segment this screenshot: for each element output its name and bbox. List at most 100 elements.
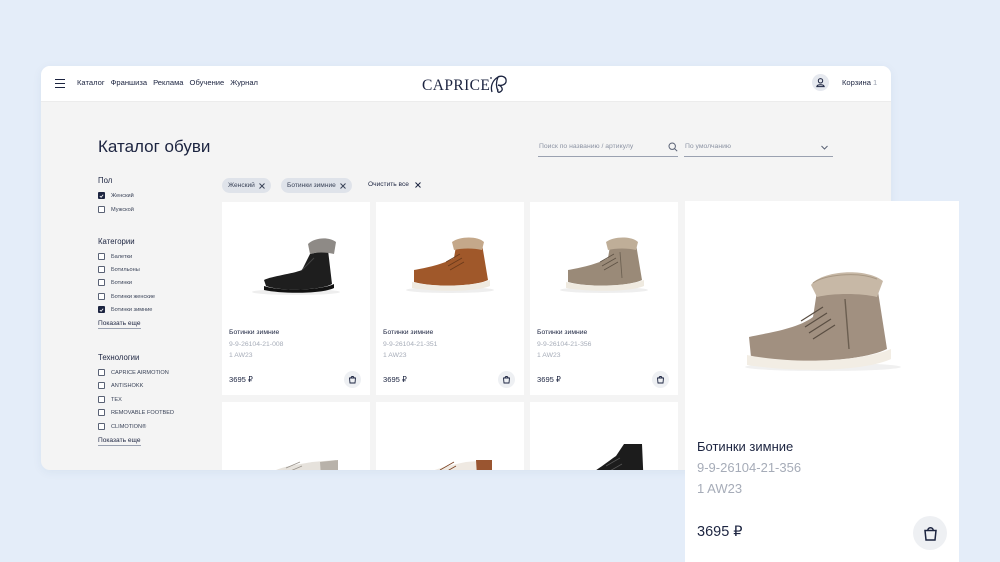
add-to-cart-button[interactable] — [498, 371, 515, 388]
add-to-cart-button[interactable] — [913, 516, 947, 550]
page-title: Каталог обуви — [98, 137, 211, 156]
shopping-bag-icon — [923, 526, 937, 541]
product-card[interactable] — [530, 402, 678, 470]
product-price: 3695 ₽ — [537, 375, 561, 384]
product-season: 1 AW23 — [537, 352, 561, 359]
checkbox[interactable] — [98, 293, 105, 300]
clear-all-filters[interactable]: Очистить все — [368, 181, 421, 188]
chip-label: Женский — [228, 182, 255, 189]
shopping-bag-icon — [503, 376, 510, 384]
check-icon — [99, 193, 104, 198]
add-to-cart-button[interactable] — [652, 371, 669, 388]
product-name[interactable]: Ботинки зимние — [229, 329, 279, 336]
filter-option-climotion[interactable]: CLIMOTION® — [98, 423, 146, 430]
filter-option-removable-footbed[interactable]: REMOVABLE FOOTBED — [98, 409, 174, 416]
product-name[interactable]: Ботинки зимние — [697, 439, 793, 454]
search-input[interactable]: Поиск по названию / артикулу — [539, 143, 633, 150]
active-filter-chip[interactable]: Ботинки зимние — [281, 178, 352, 193]
butterfly-icon — [490, 75, 507, 93]
checkbox[interactable] — [98, 369, 105, 376]
filter-label: TEX — [111, 396, 122, 403]
product-card-zoomed[interactable]: Ботинки зимние 9-9-26104-21-356 1 AW23 3… — [685, 201, 959, 562]
shopping-bag-icon — [349, 376, 356, 384]
product-season: 1 AW23 — [229, 352, 253, 359]
nav-catalog[interactable]: Каталог — [77, 78, 105, 87]
product-card[interactable] — [222, 402, 370, 470]
filter-option-female[interactable]: Женский — [98, 192, 134, 199]
product-season: 1 AW23 — [383, 352, 407, 359]
shopping-bag-icon — [657, 376, 664, 384]
filter-option-tex[interactable]: TEX — [98, 396, 122, 403]
filter-label: Балетки — [111, 253, 133, 260]
filter-label: Ботинки — [111, 279, 133, 286]
checkbox[interactable] — [98, 279, 105, 286]
checkbox[interactable] — [98, 266, 105, 273]
add-to-cart-button[interactable] — [344, 371, 361, 388]
product-sku: 9-9-26104-21-351 — [383, 341, 438, 348]
active-filter-chip[interactable]: Женский — [222, 178, 271, 193]
filter-option-ballet-flats[interactable]: Балетки — [98, 253, 132, 260]
account-button[interactable] — [812, 74, 829, 91]
sort-select[interactable]: По умолчанию — [684, 139, 833, 157]
product-image — [252, 238, 340, 295]
filter-label: Женский — [111, 192, 134, 199]
filter-option-womens-boots[interactable]: Ботинки женские — [98, 293, 155, 300]
nav-advertising[interactable]: Реклама — [153, 78, 183, 87]
sort-value: По умолчанию — [685, 143, 731, 150]
filter-option-ankle-boots[interactable]: Ботильоны — [98, 266, 140, 273]
top-bar: Каталог Франшиза Реклама Обучение Журнал… — [41, 66, 891, 102]
product-card[interactable] — [376, 402, 524, 470]
main-nav: Каталог Франшиза Реклама Обучение Журнал — [77, 78, 258, 87]
show-more-categories[interactable]: Показать еще — [98, 320, 141, 329]
product-name[interactable]: Ботинки зимние — [537, 329, 587, 336]
filter-option-boots[interactable]: Ботинки — [98, 279, 132, 286]
show-more-technologies[interactable]: Показать еще — [98, 437, 141, 446]
checkbox[interactable] — [98, 409, 105, 416]
checkbox[interactable] — [98, 382, 105, 389]
product-card[interactable]: Ботинки зимние 9-9-26104-21-351 1 AW23 3… — [376, 202, 524, 395]
check-icon — [99, 307, 104, 312]
caprice-logo[interactable]: CAPRICE — [422, 72, 512, 96]
filter-option-male[interactable]: Мужской — [98, 206, 134, 213]
close-icon[interactable] — [339, 182, 346, 189]
filter-title-categories: Категории — [98, 237, 135, 246]
product-name[interactable]: Ботинки зимние — [383, 329, 433, 336]
filter-title-gender: Пол — [98, 176, 113, 185]
filter-label: Ботинки женские — [111, 293, 155, 300]
product-card[interactable]: Ботинки зимние 9-9-26104-21-008 1 AW23 3… — [222, 202, 370, 395]
filter-label: CAPRICE AIRMOTION — [111, 369, 169, 376]
nav-franchise[interactable]: Франшиза — [111, 78, 147, 87]
close-icon[interactable] — [259, 182, 265, 189]
checkbox[interactable] — [98, 423, 105, 430]
search-field[interactable]: Поиск по названию / артикулу — [538, 139, 678, 157]
product-image — [560, 237, 648, 293]
cart-link[interactable]: Корзина 1 — [842, 78, 877, 87]
checkbox[interactable] — [98, 253, 105, 260]
nav-journal[interactable]: Журнал — [230, 78, 258, 87]
filter-option-winter-boots[interactable]: Ботинки зимние — [98, 306, 152, 313]
checkbox-checked[interactable] — [98, 192, 105, 199]
user-icon — [816, 78, 825, 88]
close-icon[interactable] — [415, 181, 421, 188]
checkbox[interactable] — [98, 206, 105, 213]
logo-text: CAPRICE — [422, 77, 491, 94]
product-sku: 9-9-26104-21-356 — [537, 341, 592, 348]
product-sku: 9-9-26104-21-356 — [697, 460, 802, 475]
search-icon[interactable] — [668, 142, 678, 152]
chevron-down-icon — [821, 145, 828, 150]
filter-label: REMOVABLE FOOTBED — [111, 409, 174, 416]
checkbox-checked[interactable] — [98, 306, 105, 313]
checkbox[interactable] — [98, 396, 105, 403]
nav-training[interactable]: Обучение — [190, 78, 225, 87]
filter-label: Мужской — [111, 206, 134, 213]
filter-label: ANTISHOKK — [111, 382, 144, 389]
chip-label: Ботинки зимние — [287, 182, 336, 189]
filter-title-technologies: Технологии — [98, 353, 140, 362]
cart-label: Корзина — [842, 78, 871, 87]
product-card[interactable]: Ботинки зимние 9-9-26104-21-356 1 AW23 3… — [530, 202, 678, 395]
filter-option-antishokk[interactable]: ANTISHOKK — [98, 382, 143, 389]
filter-option-airmotion[interactable]: CAPRICE AIRMOTION — [98, 369, 169, 376]
product-image — [276, 460, 338, 470]
clear-all-label: Очистить все — [368, 181, 409, 188]
menu-icon[interactable] — [55, 79, 65, 88]
